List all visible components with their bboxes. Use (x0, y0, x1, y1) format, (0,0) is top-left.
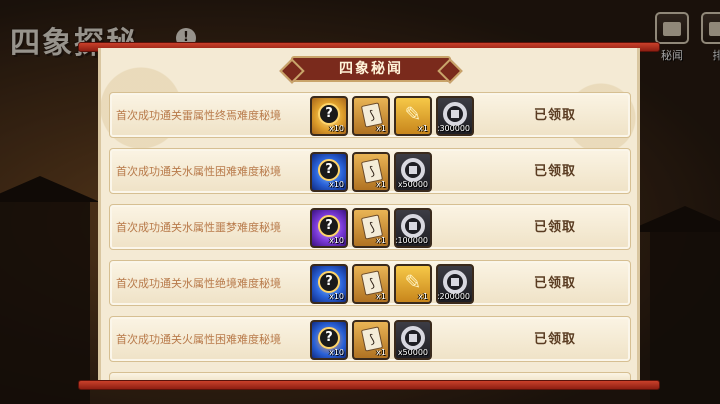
reward-list[interactable]: 首次成功通关雷属性终焉难度秘境 ? x10 ⟆ x1 ✎ x1 x300000 已领取… (109, 92, 631, 382)
brush-icon[interactable]: ✎ x1 (394, 264, 432, 304)
mystery-orb-icon[interactable]: ? x10 (310, 152, 348, 192)
item-quantity: x10 (329, 348, 344, 357)
item-quantity: x1 (376, 236, 386, 245)
item-quantity: x100000 (394, 236, 428, 245)
item-quantity: x1 (376, 124, 386, 133)
reward-condition: 首次成功通关水属性噩梦难度秘境 (116, 221, 281, 234)
item-quantity: x1 (376, 292, 386, 301)
item-quantity: x1 (418, 124, 428, 133)
coin-icon[interactable]: x100000 (394, 208, 432, 248)
claimed-status: 已领取 (533, 220, 576, 235)
mystery-orb-icon[interactable]: ? x10 (310, 208, 348, 248)
claimed-status: 已领取 (533, 332, 576, 347)
coin-icon[interactable]: x200000 (436, 264, 474, 304)
claimed-status: 已领取 (533, 276, 576, 291)
item-quantity: x50000 (397, 180, 428, 189)
claimed-status: 已领取 (533, 164, 576, 179)
coin-icon[interactable]: x50000 (394, 320, 432, 360)
scroll-icon[interactable]: ⟆ x1 (352, 96, 390, 136)
scroll-icon[interactable]: ⟆ x1 (352, 208, 390, 248)
mystery-orb-icon[interactable]: ? x10 (310, 320, 348, 360)
item-quantity: x10 (329, 292, 344, 301)
mystery-orb-icon[interactable]: ? x10 (310, 96, 348, 136)
item-quantity: x10 (329, 236, 344, 245)
item-quantity: x1 (376, 348, 386, 357)
reward-panel: 四象秘闻 首次成功通关雷属性终焉难度秘境 ? x10 ⟆ x1 ✎ x1 x30000… (98, 48, 640, 384)
reward-items: ? x10 ⟆ x1 x50000 (310, 320, 432, 360)
item-quantity: x50000 (397, 348, 428, 357)
reward-row: 首次成功通关水属性噩梦难度秘境 ? x10 ⟆ x1 x100000 已领取 (109, 204, 631, 250)
reward-condition: 首次成功通关水属性绝境难度秘境 (116, 277, 281, 290)
reward-row: 首次成功通关雷属性终焉难度秘境 ? x10 ⟆ x1 ✎ x1 x300000 已领取 (109, 92, 631, 138)
scroll-icon[interactable]: ⟆ x1 (352, 264, 390, 304)
item-quantity: x300000 (436, 124, 470, 133)
coin-icon[interactable]: x300000 (436, 96, 474, 136)
item-quantity: x10 (329, 180, 344, 189)
item-quantity: x1 (376, 180, 386, 189)
coin-icon[interactable]: x50000 (394, 152, 432, 192)
panel-title: 四象秘闻 (291, 56, 451, 82)
claimed-status: 已领取 (533, 108, 576, 123)
reward-row: 首次成功通关水属性困难难度秘境 ? x10 ⟆ x1 x50000 已领取 (109, 148, 631, 194)
reward-row: 首次成功通关水属性绝境难度秘境 ? x10 ⟆ x1 ✎ x1 x200000 已领取 (109, 260, 631, 306)
scroll-rod-bottom (78, 380, 660, 390)
scroll-icon[interactable]: ⟆ x1 (352, 320, 390, 360)
item-quantity: x200000 (436, 292, 470, 301)
item-quantity: x10 (329, 124, 344, 133)
scroll-icon[interactable]: ⟆ x1 (352, 152, 390, 192)
reward-items: ? x10 ⟆ x1 ✎ x1 x200000 (310, 264, 474, 304)
reward-condition: 首次成功通关水属性困难难度秘境 (116, 165, 281, 178)
reward-condition: 首次成功通关火属性困难难度秘境 (116, 333, 281, 346)
reward-condition: 首次成功通关雷属性终焉难度秘境 (116, 109, 281, 122)
brush-icon[interactable]: ✎ x1 (394, 96, 432, 136)
item-quantity: x1 (418, 292, 428, 301)
reward-items: ? x10 ⟆ x1 x50000 (310, 152, 432, 192)
reward-items: ? x10 ⟆ x1 x100000 (310, 208, 432, 248)
mystery-orb-icon[interactable]: ? x10 (310, 264, 348, 304)
reward-items: ? x10 ⟆ x1 ✎ x1 x300000 (310, 96, 474, 136)
reward-row: 首次成功通关火属性困难难度秘境 ? x10 ⟆ x1 x50000 已领取 (109, 316, 631, 362)
